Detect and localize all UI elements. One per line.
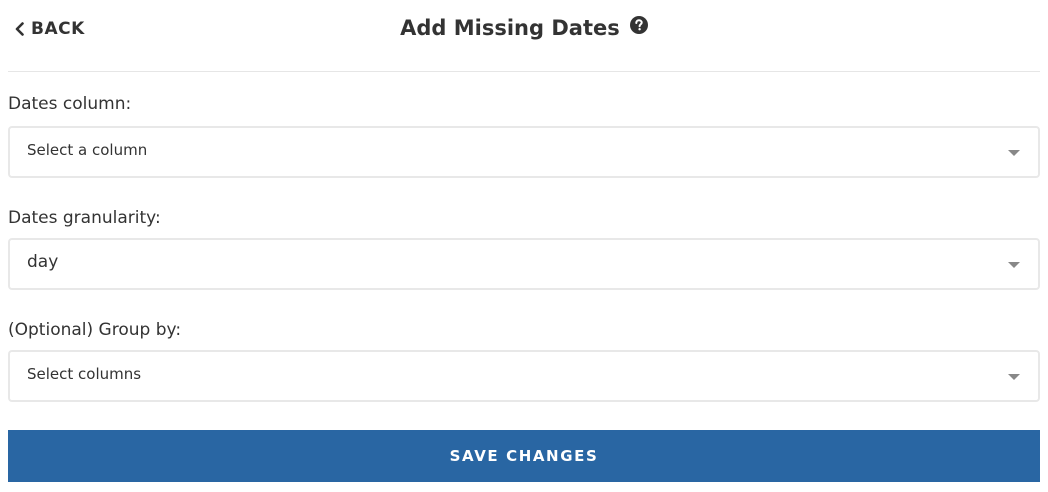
question-circle-icon[interactable] — [629, 15, 648, 38]
dates-granularity-select[interactable]: day — [8, 238, 1040, 290]
dates-column-placeholder: Select a column — [27, 141, 148, 159]
dates-granularity-value: day — [27, 252, 59, 272]
header: BACK Add Missing Dates — [8, 0, 1040, 72]
dates-column-select[interactable]: Select a column — [8, 126, 1040, 178]
save-changes-button[interactable]: SAVE CHANGES — [8, 430, 1040, 482]
caret-down-icon — [1008, 262, 1020, 268]
page-title: Add Missing Dates — [400, 16, 620, 40]
dates-granularity-label: Dates granularity: — [8, 208, 161, 228]
group-by-label: (Optional) Group by: — [8, 320, 182, 340]
group-by-select[interactable]: Select columns — [8, 350, 1040, 402]
title-area: Add Missing Dates — [8, 15, 1040, 44]
group-by-placeholder: Select columns — [27, 365, 142, 383]
caret-down-icon — [1008, 150, 1020, 156]
caret-down-icon — [1008, 374, 1020, 380]
dates-column-label: Dates column: — [8, 94, 132, 114]
